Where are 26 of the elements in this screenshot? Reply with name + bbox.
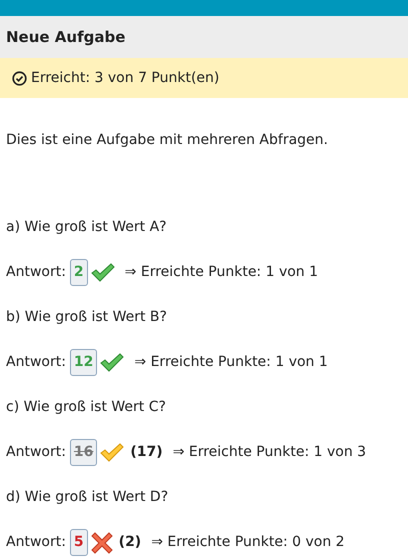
intro-text: Dies ist eine Aufgabe mit mehreren Abfragen. (6, 131, 329, 150)
question-text: a) Wie groß ist Wert A? (6, 218, 167, 237)
check-circle-icon (12, 70, 27, 86)
question-text: d) Wie groß ist Wert D? (6, 488, 168, 507)
answer-label: Antwort: (6, 353, 66, 372)
answer-field: 5 (70, 529, 88, 556)
cross-icon (90, 532, 113, 554)
task-title: Neue Aufgabe (6, 26, 126, 48)
points-text: ⇒ Erreichte Punkte: 1 von 3 (172, 443, 366, 462)
answer-label: Antwort: (6, 263, 66, 282)
question-text: c) Wie groß ist Wert C? (6, 398, 166, 417)
answer-field: 12 (70, 349, 98, 376)
checkmark-icon (100, 352, 124, 372)
answer-field: 2 (70, 259, 88, 286)
checkmark-icon (100, 442, 124, 462)
points-text: ⇒ Erreichte Punkte: 0 von 2 (151, 533, 345, 552)
score-text: Erreicht: 3 von 7 Punkt(en) (31, 68, 220, 88)
points-text: ⇒ Erreichte Punkte: 1 von 1 (134, 353, 328, 372)
answer-field: 16 (70, 439, 98, 466)
checkmark-icon (90, 262, 115, 282)
points-text: ⇒ Erreichte Punkte: 1 von 1 (124, 263, 318, 282)
solution-text: (17) (130, 443, 163, 462)
solution-text: (2) (118, 533, 142, 552)
answer-label: Antwort: (6, 443, 66, 462)
answer-label: Antwort: (6, 533, 66, 552)
question-text: b) Wie groß ist Wert B? (6, 308, 167, 327)
